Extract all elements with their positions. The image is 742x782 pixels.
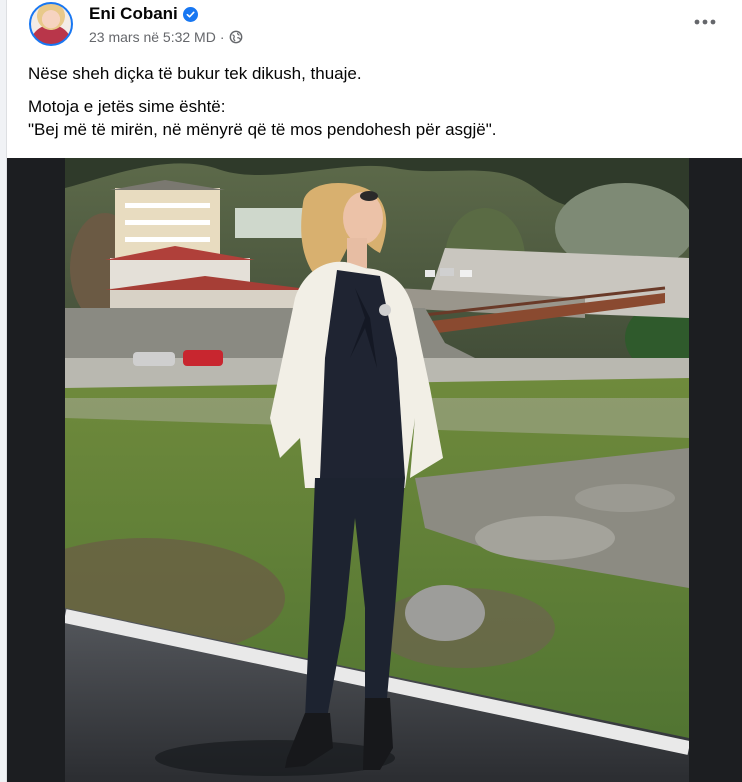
post-text: Nëse sheh diçka të bukur tek dikush, thu…: [28, 62, 728, 141]
facebook-post: Eni Cobani 23 mars në 5:32 MD · Nëse she…: [6, 0, 742, 782]
author-name[interactable]: Eni Cobani: [89, 4, 178, 24]
post-text-line: "Bej më të mirën, në mënyrë që të mos pe…: [28, 120, 497, 139]
more-options-icon: [694, 19, 716, 25]
post-text-line: Nëse sheh diçka të bukur tek dikush, thu…: [28, 64, 362, 83]
post-text-line: Motoja e jetës sime është:: [28, 97, 226, 116]
author-row: Eni Cobani: [89, 4, 198, 24]
post-photo[interactable]: [65, 158, 689, 782]
post-meta: 23 mars në 5:32 MD ·: [89, 29, 243, 45]
author-avatar[interactable]: [29, 2, 73, 46]
globe-icon[interactable]: [229, 30, 243, 44]
verified-badge-icon: [182, 6, 198, 22]
more-options-button[interactable]: [691, 12, 719, 32]
meta-separator: ·: [219, 29, 225, 45]
post-photo-container[interactable]: [7, 158, 742, 782]
post-timestamp[interactable]: 23 mars në 5:32 MD: [89, 29, 216, 45]
